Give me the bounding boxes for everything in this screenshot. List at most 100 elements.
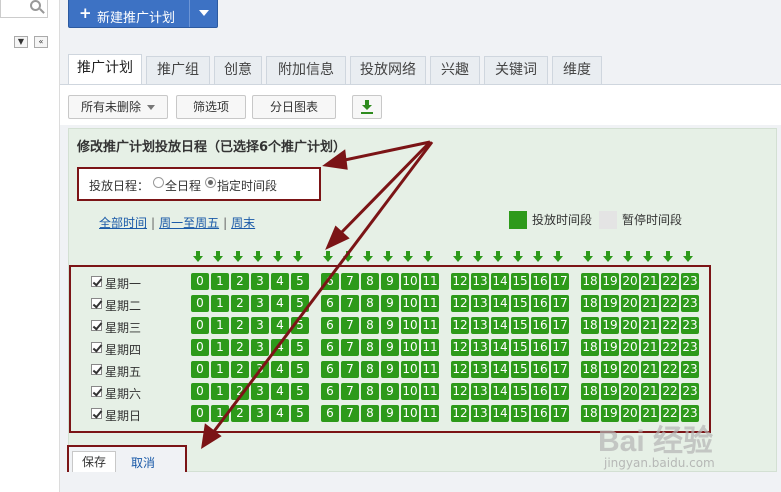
hour-cell[interactable]: 16 bbox=[531, 273, 549, 290]
hour-column-arrow-icon[interactable] bbox=[453, 251, 463, 263]
hour-cell[interactable]: 8 bbox=[361, 383, 379, 400]
hour-cell[interactable]: 11 bbox=[421, 317, 439, 334]
hour-cell[interactable]: 13 bbox=[471, 317, 489, 334]
hour-cell[interactable]: 10 bbox=[401, 361, 419, 378]
hour-cell[interactable]: 23 bbox=[681, 361, 699, 378]
daily-chart-button[interactable]: 分日图表 bbox=[252, 95, 336, 119]
sidebar-search[interactable] bbox=[0, 0, 48, 18]
hour-cell[interactable]: 11 bbox=[421, 273, 439, 290]
hour-cell[interactable]: 2 bbox=[231, 383, 249, 400]
radio-specific-time[interactable] bbox=[205, 177, 216, 188]
hour-cell[interactable]: 21 bbox=[641, 361, 659, 378]
hour-cell[interactable]: 10 bbox=[401, 405, 419, 422]
radio-all-day-label[interactable]: 全日程 bbox=[165, 177, 201, 194]
hour-cell[interactable]: 22 bbox=[661, 361, 679, 378]
hour-column-arrow-icon[interactable] bbox=[473, 251, 483, 263]
hour-column-arrow-icon[interactable] bbox=[583, 251, 593, 263]
hour-cell[interactable]: 13 bbox=[471, 405, 489, 422]
hour-cell[interactable]: 0 bbox=[191, 273, 209, 290]
hour-cell[interactable]: 2 bbox=[231, 295, 249, 312]
hour-cell[interactable]: 2 bbox=[231, 405, 249, 422]
hour-cell[interactable]: 15 bbox=[511, 295, 529, 312]
hour-cell[interactable]: 19 bbox=[601, 383, 619, 400]
hour-cell[interactable]: 9 bbox=[381, 273, 399, 290]
hour-cell[interactable]: 11 bbox=[421, 405, 439, 422]
hour-cell[interactable]: 16 bbox=[531, 295, 549, 312]
hour-cell[interactable]: 10 bbox=[401, 339, 419, 356]
day-checkbox[interactable] bbox=[91, 408, 102, 419]
link-weekdays[interactable]: 周一至周五 bbox=[159, 216, 219, 230]
hour-cell[interactable]: 12 bbox=[451, 273, 469, 290]
hour-cell[interactable]: 13 bbox=[471, 273, 489, 290]
hour-cell[interactable]: 22 bbox=[661, 383, 679, 400]
hour-cell[interactable]: 1 bbox=[211, 361, 229, 378]
hour-cell[interactable]: 14 bbox=[491, 405, 509, 422]
hour-cell[interactable]: 6 bbox=[321, 273, 339, 290]
hour-cell[interactable]: 14 bbox=[491, 339, 509, 356]
hour-cell[interactable]: 15 bbox=[511, 361, 529, 378]
hour-cell[interactable]: 20 bbox=[621, 361, 639, 378]
hour-cell[interactable]: 5 bbox=[291, 361, 309, 378]
day-checkbox[interactable] bbox=[91, 298, 102, 309]
hour-cell[interactable]: 5 bbox=[291, 339, 309, 356]
hour-cell[interactable]: 12 bbox=[451, 405, 469, 422]
hour-cell[interactable]: 1 bbox=[211, 339, 229, 356]
hour-cell[interactable]: 0 bbox=[191, 317, 209, 334]
hour-cell[interactable]: 17 bbox=[551, 273, 569, 290]
hour-cell[interactable]: 17 bbox=[551, 383, 569, 400]
hour-cell[interactable]: 20 bbox=[621, 339, 639, 356]
hour-cell[interactable]: 15 bbox=[511, 405, 529, 422]
hour-cell[interactable]: 5 bbox=[291, 273, 309, 290]
hour-cell[interactable]: 17 bbox=[551, 405, 569, 422]
hour-cell[interactable]: 7 bbox=[341, 295, 359, 312]
hour-cell[interactable]: 10 bbox=[401, 383, 419, 400]
hour-cell[interactable]: 4 bbox=[271, 317, 289, 334]
hour-cell[interactable]: 20 bbox=[621, 317, 639, 334]
hour-cell[interactable]: 7 bbox=[341, 273, 359, 290]
tab-plan[interactable]: 推广计划 bbox=[68, 54, 142, 84]
hour-cell[interactable]: 4 bbox=[271, 383, 289, 400]
hour-cell[interactable]: 5 bbox=[291, 295, 309, 312]
hour-column-arrow-icon[interactable] bbox=[663, 251, 673, 263]
hour-cell[interactable]: 17 bbox=[551, 339, 569, 356]
hour-cell[interactable]: 11 bbox=[421, 361, 439, 378]
hour-cell[interactable]: 1 bbox=[211, 405, 229, 422]
hour-cell[interactable]: 20 bbox=[621, 273, 639, 290]
hour-column-arrow-icon[interactable] bbox=[253, 251, 263, 263]
hour-cell[interactable]: 3 bbox=[251, 317, 269, 334]
hour-column-arrow-icon[interactable] bbox=[533, 251, 543, 263]
hour-cell[interactable]: 4 bbox=[271, 295, 289, 312]
hour-cell[interactable]: 18 bbox=[581, 317, 599, 334]
hour-cell[interactable]: 20 bbox=[621, 295, 639, 312]
hour-cell[interactable]: 6 bbox=[321, 361, 339, 378]
filter-button[interactable]: 筛选项 bbox=[176, 95, 246, 119]
hour-cell[interactable]: 9 bbox=[381, 295, 399, 312]
hour-cell[interactable]: 1 bbox=[211, 383, 229, 400]
hour-cell[interactable]: 23 bbox=[681, 273, 699, 290]
hour-cell[interactable]: 17 bbox=[551, 317, 569, 334]
cancel-link[interactable]: 取消 bbox=[131, 454, 155, 471]
hour-cell[interactable]: 9 bbox=[381, 405, 399, 422]
hour-cell[interactable]: 21 bbox=[641, 295, 659, 312]
link-all-time[interactable]: 全部时间 bbox=[99, 216, 147, 230]
hour-cell[interactable]: 17 bbox=[551, 361, 569, 378]
hour-cell[interactable]: 16 bbox=[531, 317, 549, 334]
hour-cell[interactable]: 11 bbox=[421, 295, 439, 312]
new-plan-button[interactable]: + 新建推广计划 bbox=[68, 0, 218, 28]
tab-interest[interactable]: 兴趣 bbox=[430, 56, 480, 84]
hour-cell[interactable]: 21 bbox=[641, 383, 659, 400]
hour-cell[interactable]: 12 bbox=[451, 339, 469, 356]
hour-cell[interactable]: 3 bbox=[251, 383, 269, 400]
hour-cell[interactable]: 4 bbox=[271, 339, 289, 356]
hour-cell[interactable]: 9 bbox=[381, 339, 399, 356]
hour-cell[interactable]: 16 bbox=[531, 405, 549, 422]
hour-column-arrow-icon[interactable] bbox=[423, 251, 433, 263]
hour-cell[interactable]: 5 bbox=[291, 405, 309, 422]
hour-cell[interactable]: 3 bbox=[251, 405, 269, 422]
hour-cell[interactable]: 22 bbox=[661, 317, 679, 334]
hour-cell[interactable]: 16 bbox=[531, 383, 549, 400]
hour-column-arrow-icon[interactable] bbox=[643, 251, 653, 263]
hour-cell[interactable]: 10 bbox=[401, 273, 419, 290]
hour-cell[interactable]: 11 bbox=[421, 383, 439, 400]
hour-cell[interactable]: 0 bbox=[191, 295, 209, 312]
